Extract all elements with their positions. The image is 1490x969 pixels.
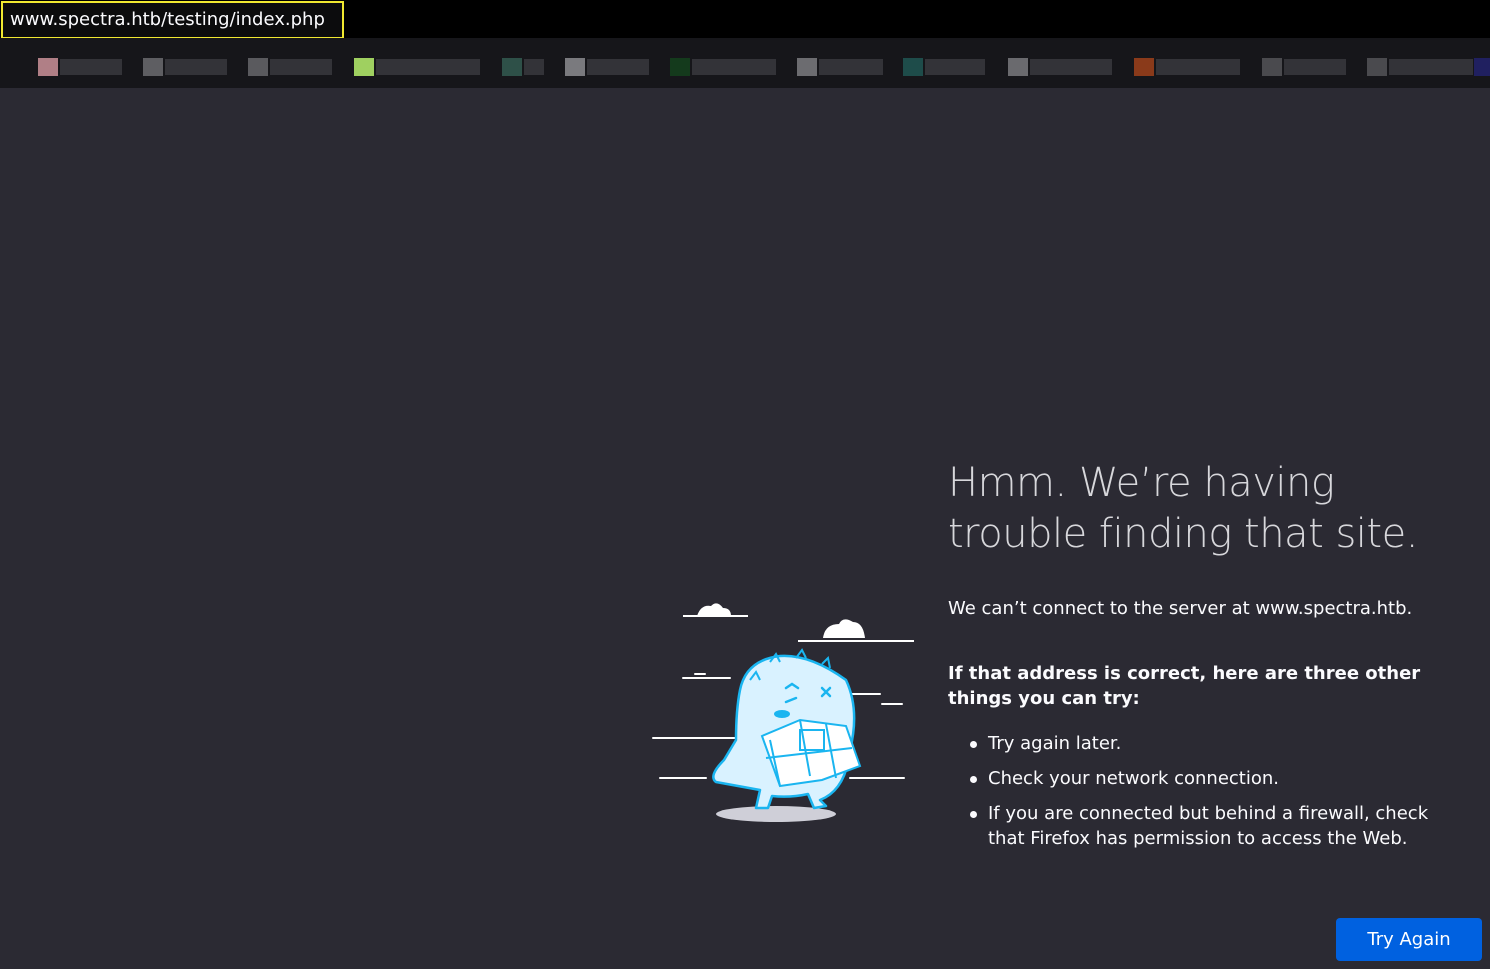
bookmark-item[interactable] [1030, 59, 1112, 75]
bookmark-icon[interactable] [354, 58, 374, 76]
bookmark-icon[interactable] [903, 58, 923, 76]
bookmark-icon[interactable] [797, 58, 817, 76]
bookmark-icon[interactable] [670, 58, 690, 76]
bookmarks-toolbar [0, 38, 1490, 88]
bookmark-icon[interactable] [1134, 58, 1154, 76]
suggestions-list: Try again later. Check your network conn… [948, 731, 1468, 861]
bookmark-item[interactable] [1284, 59, 1346, 75]
bookmark-icon[interactable] [1262, 58, 1282, 76]
bookmark-icon[interactable] [502, 58, 522, 76]
list-item: Check your network connection. [948, 766, 1468, 791]
browser-top-bar: www.spectra.htb/testing/index.php [0, 0, 1490, 39]
list-item: Try again later. [948, 731, 1468, 756]
bookmark-item[interactable] [376, 59, 480, 75]
bookmark-item[interactable] [925, 59, 985, 75]
bookmark-item[interactable] [1156, 59, 1240, 75]
bookmark-icon[interactable] [1474, 58, 1490, 76]
error-description: We can’t connect to the server at www.sp… [948, 598, 1413, 619]
map-icon [760, 718, 862, 788]
cloud-icon [683, 603, 914, 642]
bookmark-item[interactable] [692, 59, 776, 75]
bookmark-item[interactable] [165, 59, 227, 75]
lost-dino-illustration [652, 603, 914, 822]
bookmark-item[interactable] [1389, 59, 1473, 75]
bookmark-icon[interactable] [38, 58, 58, 76]
bookmark-icon[interactable] [248, 58, 268, 76]
bookmark-item[interactable] [587, 59, 649, 75]
bookmark-item[interactable] [270, 59, 332, 75]
bookmark-icon[interactable] [1367, 58, 1387, 76]
bookmark-item[interactable] [60, 59, 122, 75]
bookmark-icon[interactable] [565, 58, 585, 76]
try-again-button[interactable]: Try Again [1336, 918, 1482, 961]
bookmark-icon[interactable] [143, 58, 163, 76]
bookmark-item[interactable] [819, 59, 883, 75]
url-bar[interactable]: www.spectra.htb/testing/index.php [1, 1, 344, 39]
bookmark-icon[interactable] [1008, 58, 1028, 76]
page-title: Hmm. We’re having trouble finding that s… [948, 460, 1418, 557]
list-item: If you are connected but behind a firewa… [948, 801, 1468, 851]
suggestions-heading: If that address is correct, here are thr… [948, 663, 1421, 709]
bookmark-item[interactable] [524, 59, 544, 75]
